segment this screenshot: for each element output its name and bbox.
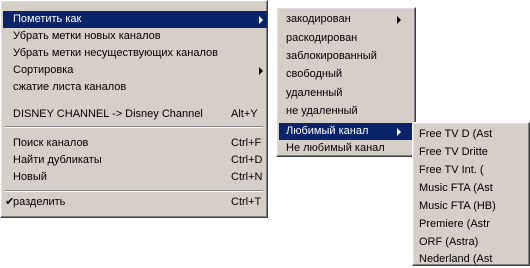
favorite-item[interactable]: Free TV Int. ( bbox=[415, 162, 529, 179]
menu-item-label: Найти дубликаты bbox=[13, 154, 102, 166]
submenu-item-blocked[interactable]: заблокированный bbox=[279, 48, 415, 65]
menu-item-label: Убрать метки несуществующих каналов bbox=[13, 47, 218, 59]
menu-item-shortcut: Ctrl+N bbox=[231, 171, 263, 183]
menu-item-new[interactable]: Новый Ctrl+N bbox=[3, 169, 267, 186]
submenu-arrow-icon bbox=[259, 16, 263, 24]
menu-item-label: не удаленный bbox=[286, 105, 358, 117]
favorite-submenu: Free TV D (Ast Free TV Dritte Free TV In… bbox=[412, 122, 530, 266]
menu-item-label: закодирован bbox=[286, 13, 351, 25]
favorite-item[interactable]: Free TV Dritte bbox=[415, 144, 529, 161]
menu-item-rename-disney[interactable]: DISNEY CHANNEL -> Disney Channel Alt+Y bbox=[3, 106, 267, 123]
favorite-item[interactable]: ORF (Astra) bbox=[415, 234, 529, 251]
menu-item-label: Music FTA (Ast bbox=[419, 182, 493, 194]
menu-item-sort[interactable]: Сортировка bbox=[3, 62, 267, 79]
menu-item-shortcut: Ctrl+F bbox=[231, 137, 262, 149]
submenu-item-decoded[interactable]: раскодирован bbox=[279, 30, 415, 47]
submenu-arrow-icon bbox=[259, 67, 263, 75]
menu-item-label: Free TV Int. ( bbox=[419, 164, 484, 176]
menu-item-label: Nederland (Ast bbox=[419, 253, 493, 265]
menu-item-shortcut: Alt+Y bbox=[231, 108, 258, 120]
menu-separator bbox=[5, 126, 263, 128]
menu-item-label: Premiere (Astr bbox=[419, 218, 490, 230]
menu-item-find-duplicates[interactable]: Найти дубликаты Ctrl+D bbox=[3, 152, 267, 169]
menu-item-label: раскодирован bbox=[286, 32, 358, 44]
favorite-item[interactable]: Nederland (Ast bbox=[415, 251, 529, 268]
favorite-item[interactable]: Premiere (Astr bbox=[415, 216, 529, 233]
submenu-item-not-deleted[interactable]: не удаленный bbox=[279, 103, 415, 120]
menu-item-shortcut: Ctrl+T bbox=[231, 196, 262, 208]
menu-item-label: Не любимый канал bbox=[286, 142, 385, 154]
menu-item-label: удаленный bbox=[286, 87, 343, 99]
submenu-item-free[interactable]: свободный bbox=[279, 66, 415, 83]
menu-item-label: Music FTA (HB) bbox=[419, 200, 496, 212]
menu-item-compress-list[interactable]: сжатие листа каналов bbox=[3, 79, 267, 96]
menu-item-label: Сортировка bbox=[13, 64, 74, 76]
menu-item-mark-as[interactable]: Пометить как bbox=[3, 11, 267, 28]
submenu-arrow-icon bbox=[397, 16, 401, 24]
menu-item-clear-missing-marks[interactable]: Убрать метки несуществующих каналов bbox=[3, 45, 267, 62]
submenu-item-favorite[interactable]: Любимый канал bbox=[279, 123, 415, 140]
menu-item-label: свободный bbox=[286, 68, 343, 80]
favorite-item[interactable]: Free TV D (Ast bbox=[415, 126, 529, 143]
submenu-arrow-icon bbox=[397, 128, 401, 136]
menu-item-label: DISNEY CHANNEL -> Disney Channel bbox=[13, 108, 203, 120]
menu-item-label: Free TV Dritte bbox=[419, 146, 488, 158]
menu-item-label: Free TV D (Ast bbox=[419, 128, 493, 140]
menu-item-label: Пометить как bbox=[13, 13, 82, 25]
submenu-item-encoded[interactable]: закодирован bbox=[279, 11, 415, 28]
menu-item-label: сжатие листа каналов bbox=[13, 81, 127, 93]
main-context-menu: Пометить как Убрать метки новых каналов … bbox=[0, 0, 268, 218]
menu-item-clear-new-marks[interactable]: Убрать метки новых каналов bbox=[3, 28, 267, 45]
favorite-item[interactable]: Music FTA (Ast bbox=[415, 180, 529, 197]
submenu-item-not-favorite[interactable]: Не любимый канал bbox=[279, 140, 415, 157]
favorite-item[interactable]: Music FTA (HB) bbox=[415, 198, 529, 215]
menu-item-label: Новый bbox=[13, 171, 47, 183]
menu-item-label: заблокированный bbox=[286, 50, 377, 62]
menu-item-find-channels[interactable]: Поиск каналов Ctrl+F bbox=[3, 135, 267, 152]
menu-item-label: Поиск каналов bbox=[13, 137, 89, 149]
menu-item-label: Любимый канал bbox=[286, 125, 369, 137]
menu-item-label: ORF (Astra) bbox=[419, 236, 479, 248]
submenu-item-deleted[interactable]: удаленный bbox=[279, 85, 415, 102]
menu-item-split[interactable]: ✔ разделить Ctrl+T bbox=[3, 194, 267, 211]
mark-as-submenu: закодирован раскодирован заблокированный… bbox=[276, 7, 416, 157]
menu-item-label: разделить bbox=[13, 196, 66, 208]
menu-item-label: Убрать метки новых каналов bbox=[13, 30, 161, 42]
menu-item-shortcut: Ctrl+D bbox=[231, 154, 263, 166]
menu-separator bbox=[5, 190, 263, 192]
